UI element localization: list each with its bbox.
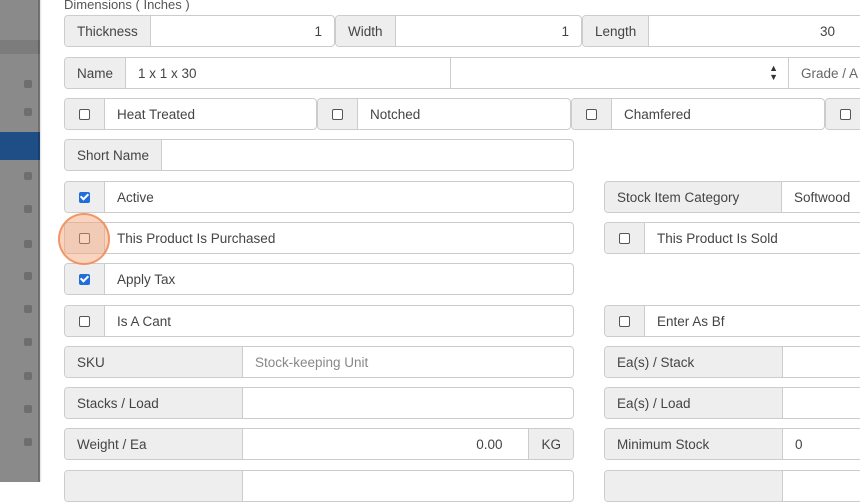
- chamfered-checkbox[interactable]: [572, 99, 612, 129]
- stacks-per-load-label: Stacks / Load: [65, 388, 243, 418]
- sold-label: This Product Is Sold: [657, 230, 778, 246]
- enter-as-bf-group: Enter As Bf: [604, 305, 860, 337]
- next-row-right-label: [605, 471, 783, 501]
- stacks-per-load-input[interactable]: [243, 388, 573, 418]
- next-row-right-group: [604, 470, 860, 502]
- weight-per-ea-group: Weight / Ea 0.00 KG: [64, 428, 574, 460]
- ea-per-load-group: Ea(s) / Load: [604, 387, 860, 419]
- modal-shadow: [38, 0, 42, 482]
- short-name-label: Short Name: [65, 140, 163, 170]
- checkbox-icon: [619, 232, 630, 244]
- checkbox-icon: [332, 108, 343, 120]
- checkbox-checked-icon: [79, 273, 90, 285]
- select-caret-icon: ▲ ▼: [769, 63, 779, 82]
- active-group: Active: [64, 181, 574, 213]
- minimum-stock-label: Minimum Stock: [605, 429, 783, 459]
- is-a-cant-label: Is A Cant: [117, 313, 172, 329]
- checkbox-icon: [619, 315, 630, 327]
- next-row-left-label: [65, 471, 243, 501]
- purchased-checkbox[interactable]: [65, 223, 105, 253]
- sku-label: SKU: [65, 347, 243, 377]
- purchased-group: This Product Is Purchased: [64, 222, 574, 254]
- active-label: Active: [117, 189, 154, 205]
- background-active-item: [0, 132, 40, 160]
- apply-tax-group: Apply Tax: [64, 263, 574, 295]
- length-label: Length: [583, 16, 650, 46]
- chamfered-label: Chamfered: [624, 106, 691, 122]
- enter-as-bf-label: Enter As Bf: [657, 313, 725, 329]
- background-sidebar: [0, 0, 40, 482]
- weight-per-ea-input[interactable]: 0.00: [243, 429, 528, 459]
- name-label: Name: [65, 58, 127, 88]
- minimum-stock-group: Minimum Stock 0: [604, 428, 860, 460]
- checkbox-checked-icon: [79, 191, 90, 203]
- next-row-left-group: [64, 470, 574, 502]
- heat-treated-checkbox[interactable]: [65, 99, 105, 129]
- next-row-right-input[interactable]: [783, 471, 860, 501]
- checkbox-icon: [840, 108, 851, 120]
- length-value: 30: [819, 23, 835, 39]
- is-a-cant-checkbox[interactable]: [65, 306, 105, 336]
- ea-per-stack-group: Ea(s) / Stack: [604, 346, 860, 378]
- short-name-input[interactable]: [162, 140, 573, 170]
- stock-item-category-group: Stock Item Category Softwood: [604, 181, 860, 213]
- next-flag-group: [825, 98, 860, 130]
- weight-per-ea-label: Weight / Ea: [65, 429, 243, 459]
- weight-unit-label: KG: [528, 429, 573, 459]
- grade-label: Grade / A: [789, 58, 860, 88]
- ea-per-load-label: Ea(s) / Load: [605, 388, 783, 418]
- stock-item-category-select[interactable]: Softwood: [782, 182, 860, 212]
- width-label: Width: [336, 16, 396, 46]
- checkbox-icon: [586, 108, 597, 120]
- apply-tax-checkbox[interactable]: [65, 264, 105, 294]
- ea-per-stack-label: Ea(s) / Stack: [605, 347, 783, 377]
- stock-item-category-label: Stock Item Category: [605, 182, 782, 212]
- notched-group: Notched: [317, 98, 571, 130]
- sku-group: SKU Stock-keeping Unit: [64, 346, 574, 378]
- minimum-stock-input[interactable]: 0: [783, 429, 860, 459]
- length-input[interactable]: 30: [649, 16, 860, 46]
- sold-checkbox[interactable]: [605, 223, 645, 253]
- apply-tax-label: Apply Tax: [117, 271, 176, 287]
- sold-group: This Product Is Sold: [604, 222, 860, 254]
- dimensions-section-label: Dimensions ( Inches ): [64, 0, 190, 12]
- is-a-cant-group: Is A Cant: [64, 305, 574, 337]
- width-input[interactable]: 1: [396, 16, 581, 46]
- name-group: Name 1 x 1 x 30 ▲ ▼ Grade / A: [64, 57, 860, 89]
- chamfered-group: Chamfered: [571, 98, 825, 130]
- thickness-label: Thickness: [65, 16, 151, 46]
- purchased-label: This Product Is Purchased: [117, 230, 276, 246]
- name-input[interactable]: 1 x 1 x 30: [126, 58, 452, 88]
- thickness-group: Thickness 1: [64, 15, 335, 47]
- checkbox-icon: [79, 108, 90, 120]
- ea-per-load-input[interactable]: [783, 388, 860, 418]
- name-select[interactable]: ▲ ▼: [451, 58, 790, 88]
- checkbox-icon: [79, 315, 90, 327]
- length-group: Length 30: [582, 15, 860, 47]
- enter-as-bf-checkbox[interactable]: [605, 306, 645, 336]
- notched-label: Notched: [370, 106, 421, 122]
- sku-input[interactable]: Stock-keeping Unit: [243, 347, 573, 377]
- heat-treated-group: Heat Treated: [64, 98, 317, 130]
- next-flag-checkbox[interactable]: [826, 99, 860, 129]
- active-checkbox[interactable]: [65, 182, 105, 212]
- width-group: Width 1: [335, 15, 582, 47]
- notched-checkbox[interactable]: [318, 99, 358, 129]
- checkbox-icon: [79, 232, 90, 244]
- next-row-left-input[interactable]: [243, 471, 573, 501]
- short-name-group: Short Name: [64, 139, 574, 171]
- stacks-per-load-group: Stacks / Load: [64, 387, 574, 419]
- heat-treated-label: Heat Treated: [117, 106, 196, 122]
- sku-placeholder: Stock-keeping Unit: [255, 354, 369, 370]
- thickness-input[interactable]: 1: [151, 16, 334, 46]
- ea-per-stack-input[interactable]: [783, 347, 860, 377]
